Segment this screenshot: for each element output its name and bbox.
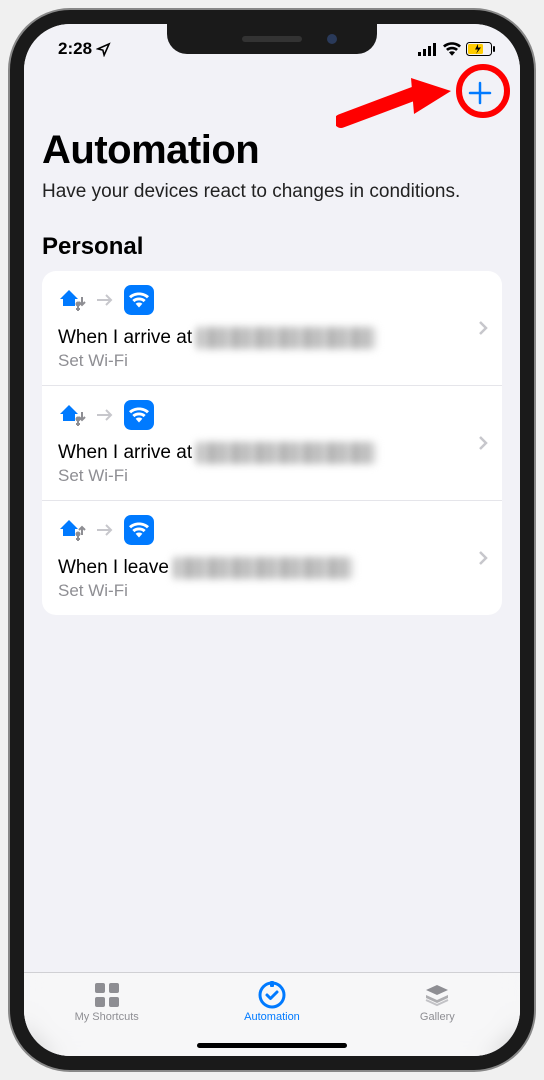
wifi-action-icon [124,400,154,430]
section-header-personal: Personal [42,233,502,261]
plus-icon [466,79,494,107]
gallery-icon [423,981,451,1009]
redacted-location [196,442,376,464]
automation-action: Set Wi-Fi [58,581,486,601]
battery-icon [466,42,496,56]
automation-title: When I arrive at [58,442,486,464]
row-icons [58,400,486,430]
tab-my-shortcuts[interactable]: My Shortcuts [25,981,189,1023]
arrow-right-icon [96,408,114,422]
automation-title-prefix: When I arrive at [58,442,192,464]
automation-title-prefix: When I arrive at [58,327,192,349]
automation-title-prefix: When I leave [58,557,169,579]
shortcuts-icon [93,981,121,1009]
automation-title: When I arrive at [58,327,486,349]
home-indicator[interactable] [197,1043,347,1048]
automation-list: When I arrive at Set Wi-Fi [42,271,502,615]
wifi-action-icon [124,515,154,545]
redacted-location [196,327,376,349]
chevron-right-icon [478,435,488,451]
automation-title: When I leave [58,557,486,579]
chevron-right-icon [478,320,488,336]
tab-label: My Shortcuts [75,1011,139,1023]
row-icons [58,515,486,545]
leave-home-icon [58,517,86,543]
automation-action: Set Wi-Fi [58,351,486,371]
location-icon [96,42,111,57]
redacted-location [173,557,353,579]
status-time: 2:28 [58,39,92,59]
page-subtitle: Have your devices react to changes in co… [42,179,502,205]
power-button [520,239,524,329]
arrow-right-icon [96,293,114,307]
automation-icon [258,981,286,1009]
tab-label: Automation [244,1011,300,1023]
wifi-icon [443,42,461,56]
row-icons [58,285,486,315]
automation-row[interactable]: When I leave Set Wi-Fi [42,501,502,615]
add-button[interactable] [460,73,500,113]
wifi-action-icon [124,285,154,315]
arrow-right-icon [96,523,114,537]
tab-label: Gallery [420,1011,455,1023]
page-title: Automation [42,128,502,173]
automation-action: Set Wi-Fi [58,466,486,486]
notch [167,24,377,54]
content-area: Automation Have your devices react to ch… [24,118,520,972]
automation-row[interactable]: When I arrive at Set Wi-Fi [42,386,502,501]
screen: 2:28 Automation Have your devices reac [24,24,520,1056]
tab-automation[interactable]: Automation [190,981,354,1023]
cellular-icon [418,42,438,56]
automation-row[interactable]: When I arrive at Set Wi-Fi [42,271,502,386]
arrive-home-icon [58,402,86,428]
nav-bar [24,68,520,118]
arrive-home-icon [58,287,86,313]
phone-frame: 2:28 Automation Have your devices reac [10,10,534,1070]
tab-gallery[interactable]: Gallery [355,981,519,1023]
chevron-right-icon [478,550,488,566]
